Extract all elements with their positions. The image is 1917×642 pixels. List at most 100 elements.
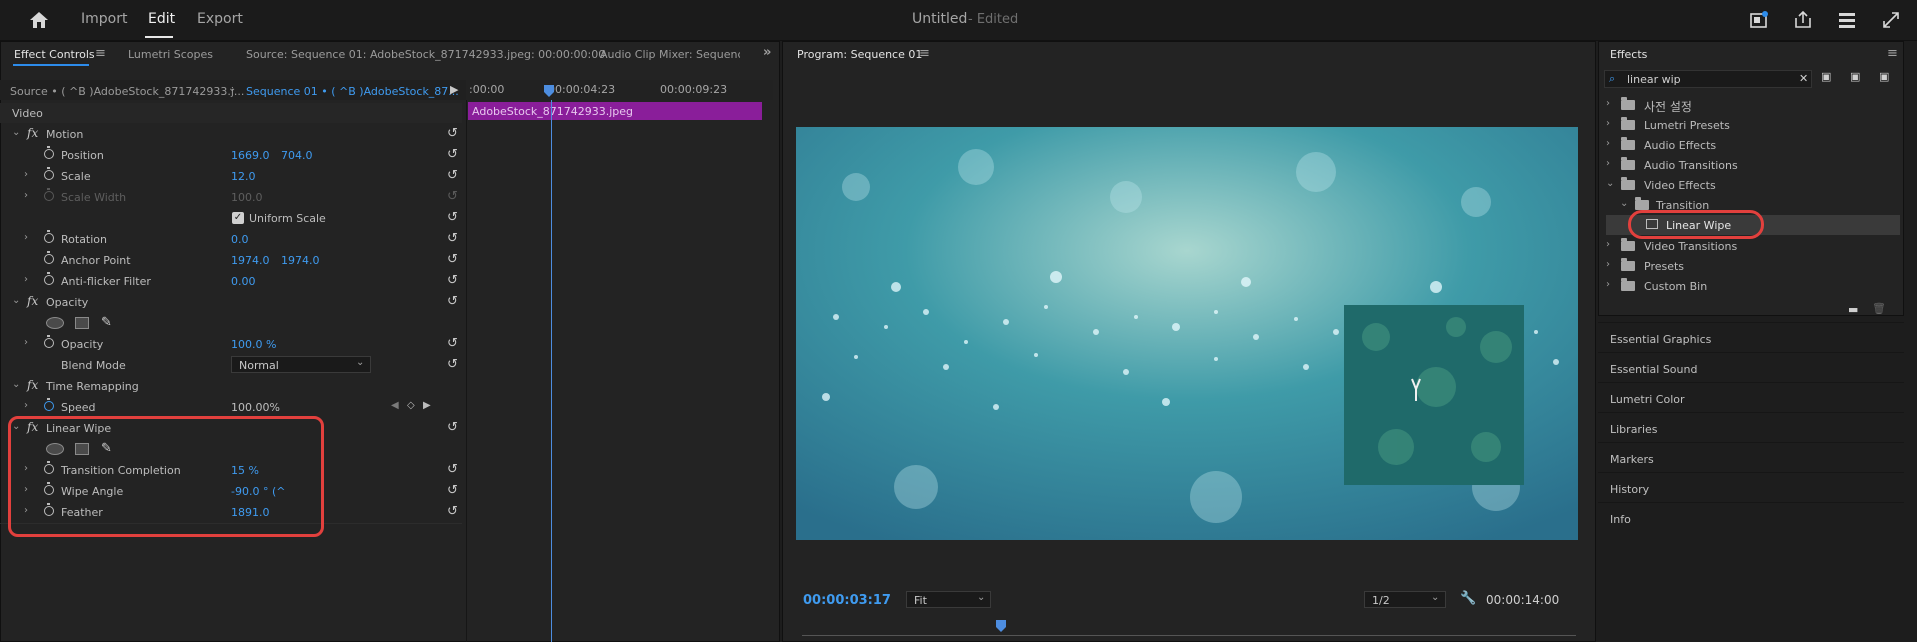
panel-info[interactable]: Info (1610, 513, 1631, 526)
nav-export[interactable]: Export (197, 11, 243, 27)
reset-icon[interactable]: ↺ (447, 294, 458, 309)
tree-item-presets[interactable]: › Presets (1606, 256, 1906, 276)
add-keyframe-icon[interactable]: ◇ (407, 400, 415, 411)
chevron-right-icon[interactable]: › (1606, 239, 1610, 250)
chevron-down-icon[interactable]: ⌄ (12, 295, 20, 306)
blend-mode-dropdown[interactable]: Normal ⌄ (231, 356, 371, 373)
tab-effect-controls[interactable]: Effect Controls (14, 48, 95, 61)
reset-icon[interactable]: ↺ (447, 357, 458, 372)
nav-import[interactable]: Import (81, 11, 127, 27)
previous-keyframe-icon[interactable]: ◀ (391, 400, 399, 411)
panel-libraries[interactable]: Libraries (1610, 423, 1658, 436)
fx-icon[interactable]: fx (27, 126, 38, 140)
reset-icon[interactable]: ↺ (447, 504, 458, 519)
source-dropdown-icon[interactable]: ⌄ (228, 83, 236, 94)
rotation-value[interactable]: 0.0 (231, 233, 249, 246)
chevron-down-icon[interactable]: ⌄ (1620, 198, 1628, 209)
yuv-effects-icon[interactable]: ▣ (1879, 70, 1889, 83)
reset-icon[interactable]: ↺ (447, 420, 458, 435)
reset-icon[interactable]: ↺ (447, 168, 458, 183)
home-icon[interactable] (29, 11, 49, 29)
position-x-value[interactable]: 1669.0 (231, 149, 270, 162)
chevron-down-icon[interactable]: ⌄ (12, 379, 20, 390)
panel-menu-icon[interactable]: ≡ (1887, 46, 1898, 61)
rectangle-mask-icon[interactable] (75, 317, 89, 329)
reset-icon[interactable]: ↺ (447, 273, 458, 288)
chevron-right-icon[interactable]: › (24, 274, 28, 285)
new-bin-icon[interactable]: ▬ (1848, 303, 1858, 316)
panel-history[interactable]: History (1610, 483, 1649, 496)
opacity-value[interactable]: 100.0 % (231, 338, 276, 351)
uniform-scale-checkbox[interactable]: ✓ (232, 212, 244, 224)
chevron-right-icon[interactable]: › (1606, 98, 1610, 109)
accelerated-effects-icon[interactable]: ▣ (1821, 70, 1831, 83)
wrench-icon[interactable]: 🔧 (1460, 591, 1476, 606)
scale-value[interactable]: 12.0 (231, 170, 256, 183)
tab-audio-clip-mixer[interactable]: Audio Clip Mixer: Sequence 0 (600, 48, 740, 61)
sequence-selector[interactable]: Sequence 01 • ( ^B )AdobeStock_87... (246, 85, 459, 98)
panel-menu-icon[interactable]: ≡ (95, 46, 106, 61)
stopwatch-icon[interactable] (44, 251, 54, 264)
resolution-dropdown[interactable]: 1/2 ⌄ (1364, 591, 1446, 608)
chevron-right-icon[interactable]: › (1606, 138, 1610, 149)
clear-search-icon[interactable]: ✕ (1799, 72, 1808, 85)
playhead-icon[interactable] (543, 84, 555, 98)
ellipse-mask-icon[interactable] (46, 317, 64, 329)
reset-icon[interactable]: ↺ (447, 147, 458, 162)
chevron-down-icon[interactable]: ⌄ (1606, 178, 1614, 189)
tree-item-presets-korean[interactable]: › 사전 설정 (1606, 95, 1906, 115)
32bit-effects-icon[interactable]: ▣ (1850, 70, 1860, 83)
tree-item-video-transitions[interactable]: › Video Transitions (1606, 236, 1906, 256)
chevron-right-icon[interactable]: › (24, 232, 28, 243)
opacity-group-row[interactable]: ⌄ fx Opacity ↺ (0, 292, 462, 312)
mini-timeline-ruler[interactable]: :00:00 00:00:04:23 00:00:09:23 (466, 80, 773, 100)
speed-value[interactable]: 100.00% (231, 401, 280, 414)
chevron-right-icon[interactable]: › (1606, 279, 1610, 290)
fx-icon[interactable]: fx (27, 294, 38, 308)
stopwatch-icon[interactable] (44, 335, 54, 348)
pen-mask-icon[interactable]: ✎ (101, 315, 112, 330)
stopwatch-icon[interactable] (44, 167, 54, 180)
stopwatch-icon[interactable] (44, 230, 54, 243)
clip-bar[interactable]: AdobeStock_871742933.jpeg (468, 102, 762, 120)
effects-search-field[interactable]: ⌕ linear wip ✕ (1604, 70, 1812, 88)
tree-item-video-effects[interactable]: ⌄ Video Effects (1606, 175, 1906, 195)
anchor-y-value[interactable]: 1974.0 (281, 254, 320, 267)
reset-icon[interactable]: ↺ (447, 210, 458, 225)
share-icon[interactable] (1792, 9, 1814, 31)
time-remap-row[interactable]: ⌄ fx Time Remapping (0, 376, 462, 396)
panel-markers[interactable]: Markers (1610, 453, 1654, 466)
reset-icon[interactable]: ↺ (447, 252, 458, 267)
source-selector[interactable]: Source • ( ^B )AdobeStock_871742933.j... (10, 85, 244, 98)
next-keyframe-icon[interactable]: ▶ (423, 400, 431, 411)
anchor-x-value[interactable]: 1974.0 (231, 254, 270, 267)
position-y-value[interactable]: 704.0 (281, 149, 313, 162)
antiflicker-value[interactable]: 0.00 (231, 275, 256, 288)
chevron-right-icon[interactable]: › (1606, 158, 1610, 169)
nav-edit[interactable]: Edit (148, 11, 175, 27)
program-scrub-bar[interactable] (802, 635, 1576, 636)
tree-item-audio-transitions[interactable]: › Audio Transitions (1606, 155, 1906, 175)
chevron-down-icon[interactable]: ⌄ (12, 127, 20, 138)
tree-item-audio-effects[interactable]: › Audio Effects (1606, 135, 1906, 155)
tree-item-lumetri-presets[interactable]: › Lumetri Presets (1606, 115, 1906, 135)
zoom-dropdown[interactable]: Fit ⌄ (906, 591, 991, 608)
program-playhead-icon[interactable] (995, 619, 1007, 633)
chevron-right-icon[interactable]: › (24, 169, 28, 180)
chevron-right-icon[interactable]: › (24, 337, 28, 348)
chevron-right-icon[interactable]: › (1606, 118, 1610, 129)
tree-item-custom-bin[interactable]: › Custom Bin (1606, 276, 1906, 296)
reset-icon[interactable]: ↺ (447, 483, 458, 498)
tab-source[interactable]: Source: Sequence 01: AdobeStock_87174293… (246, 48, 605, 61)
program-video-frame[interactable] (796, 127, 1578, 540)
workspaces-icon[interactable] (1836, 9, 1858, 31)
reset-icon[interactable]: ↺ (447, 336, 458, 351)
play-only-clip-icon[interactable]: ▶ (450, 83, 458, 96)
reset-icon[interactable]: ↺ (447, 126, 458, 141)
chevron-right-icon[interactable]: › (1606, 259, 1610, 270)
panel-menu-icon[interactable]: ≡ (919, 46, 930, 61)
chevron-right-icon[interactable]: › (24, 400, 28, 411)
effects-panel-title[interactable]: Effects (1610, 48, 1647, 61)
tab-lumetri-scopes[interactable]: Lumetri Scopes (128, 48, 213, 61)
program-timecode[interactable]: 00:00:03:17 (803, 593, 891, 608)
